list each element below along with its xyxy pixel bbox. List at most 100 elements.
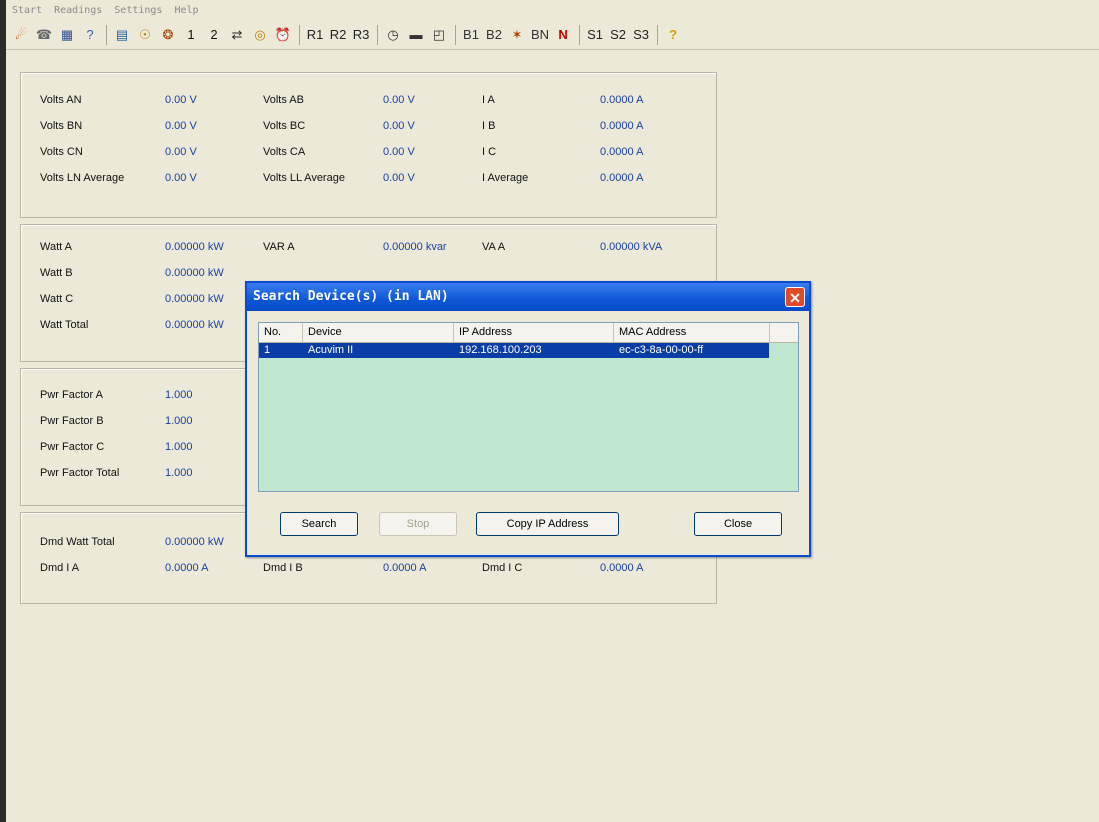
reading-label: Pwr Factor C xyxy=(40,441,105,453)
device-info-icon[interactable]: ▦ xyxy=(58,25,76,45)
connect-icon[interactable]: ☄ xyxy=(12,25,30,45)
reading-value: 0.0000 A xyxy=(383,562,427,574)
copy-ip-address-button[interactable]: Copy IP Address xyxy=(476,512,619,536)
reading-label: Volts CN xyxy=(40,146,83,158)
memory-icon[interactable]: ▬ xyxy=(407,25,425,45)
s2-label[interactable]: S2 xyxy=(609,25,627,45)
b1-label[interactable]: B1 xyxy=(462,25,480,45)
reading-value: 0.0000 A xyxy=(600,120,644,132)
bug-icon[interactable]: ❂ xyxy=(159,25,177,45)
voltage-row: Volts LN Average 0.00 V Volts LL Average 0.… xyxy=(21,172,716,192)
bulb-icon[interactable]: ☉ xyxy=(136,25,154,45)
toolbar-separator xyxy=(455,24,456,45)
row-ip-address: 192.168.100.203 xyxy=(459,344,542,356)
reading-value: 0.00000 kVA xyxy=(600,241,663,253)
clock-icon[interactable]: ◷ xyxy=(384,25,402,45)
toolbar-separator xyxy=(579,24,581,45)
reading-label: Volts AN xyxy=(40,94,82,106)
menu-settings[interactable]: Settings xyxy=(114,5,162,16)
reading-value: 0.00000 kW xyxy=(165,536,224,548)
target-icon[interactable]: ◎ xyxy=(251,25,269,45)
disconnect-icon[interactable]: ☎ xyxy=(35,25,53,45)
toolbar: ☄ ☎ ▦? ▤ ☉ ❂ 1 2 ⇄ ◎ ⏰ R1 R2 R3 ◷ ▬ ◰ B1 B2 ✶ BN N S1 S2 S3? xyxy=(6,20,1099,50)
s3-label[interactable]: S3 xyxy=(632,25,650,45)
export-icon[interactable]: ◰ xyxy=(430,25,448,45)
reading-label: Pwr Factor Total xyxy=(40,467,120,479)
reading-label: Volts LL Average xyxy=(263,172,345,184)
reading-value: 0.00000 kW xyxy=(165,319,224,331)
reading-label: VA A xyxy=(482,241,506,253)
reading-label: I C xyxy=(482,146,497,158)
reading-label: Pwr Factor B xyxy=(40,415,104,427)
toolbar-separator xyxy=(377,24,378,45)
bn-label[interactable]: BN xyxy=(531,25,549,45)
reading-value: 0.00 V xyxy=(165,146,197,158)
r3-label[interactable]: R3 xyxy=(352,25,370,45)
reading-value: 0.00 V xyxy=(383,172,415,184)
reading-value: 0.00000 kvar xyxy=(383,241,447,253)
column-header-ip-address[interactable]: IP Address xyxy=(454,323,614,342)
row-no: 1 xyxy=(264,344,271,356)
reading-value: 0.0000 A xyxy=(600,562,644,574)
menu-bar: Start Readings Settings Help xyxy=(6,0,1099,20)
voltage-row: Volts BN 0.00 V Volts BC 0.00 V I B 0.0000 A xyxy=(21,120,716,140)
text-2[interactable]: 2 xyxy=(205,25,223,45)
what-is-this-icon[interactable]: ? xyxy=(81,25,99,45)
text-1[interactable]: 1 xyxy=(182,25,200,45)
b2-label[interactable]: B2 xyxy=(485,25,503,45)
special-icon[interactable]: ✶ xyxy=(508,25,526,45)
reading-value: 0.00 V xyxy=(383,120,415,132)
dialog-close-icon[interactable]: ✕ xyxy=(785,287,805,307)
reading-value: 0.00 V xyxy=(383,94,415,106)
reading-value: 0.00 V xyxy=(165,172,197,184)
help-icon[interactable]: ? xyxy=(664,25,682,45)
voltage-row: Volts AN 0.00 V Volts AB 0.00 V I A 0.0000 A xyxy=(21,94,716,114)
r1-label[interactable]: R1 xyxy=(306,25,324,45)
reading-label: I Average xyxy=(482,172,529,184)
column-header-device[interactable]: Device xyxy=(303,323,454,342)
reading-label: I A xyxy=(482,94,495,106)
device-list[interactable]: No. Device IP Address MAC Address 1 Acuv… xyxy=(258,322,799,492)
r2-label[interactable]: R2 xyxy=(329,25,347,45)
reading-label: Volts CA xyxy=(263,146,306,158)
reading-value: 0.00 V xyxy=(165,94,197,106)
menu-help[interactable]: Help xyxy=(174,5,198,16)
reading-label: Dmd I C xyxy=(482,562,523,574)
reading-value: 1.000 xyxy=(165,441,193,453)
close-button[interactable]: Close xyxy=(694,512,782,536)
main-window: Start Readings Settings Help ☄ ☎ ▦? ▤ ☉ ❂ 1 2 ⇄ ◎… xyxy=(6,0,1099,822)
reading-value: 0.00 V xyxy=(383,146,415,158)
search-button[interactable]: Search xyxy=(280,512,358,536)
transfer-icon[interactable]: ⇄ xyxy=(228,25,246,45)
device-list-row[interactable]: 1 Acuvim II 192.168.100.203 ec-c3-8a-00-… xyxy=(259,343,769,358)
reading-label: Dmd I B xyxy=(263,562,303,574)
reading-value: 1.000 xyxy=(165,389,193,401)
demand-row: Dmd I A 0.0000 A Dmd I B 0.0000 A Dmd I C 0.0… xyxy=(21,562,716,582)
reading-value: 0.0000 A xyxy=(600,172,644,184)
reading-label: Volts LN Average xyxy=(40,172,125,184)
voltage-current-panel: Volts AN 0.00 V Volts AB 0.00 VI A 0.0000 AV… xyxy=(20,72,717,218)
reading-label: I B xyxy=(482,120,496,132)
device-list-header: No. Device IP Address MAC Address xyxy=(259,323,798,343)
column-header-no[interactable]: No. xyxy=(259,323,303,342)
toolbar-separator xyxy=(299,24,300,45)
reading-value: 0.0000 A xyxy=(600,94,644,106)
column-header-mac-address[interactable]: MAC Address xyxy=(614,323,770,342)
reading-value: 0.0000 A xyxy=(165,562,209,574)
dialog-titlebar[interactable]: Search Device(s) (in LAN) ✕ xyxy=(247,283,809,311)
menu-start[interactable]: Start xyxy=(12,5,42,16)
reading-value: 0.00000 kW xyxy=(165,267,224,279)
stop-button[interactable]: Stop xyxy=(379,512,457,536)
reading-label: Pwr Factor A xyxy=(40,389,103,401)
meter-icon[interactable]: ▤ xyxy=(113,25,131,45)
reading-label: Watt A xyxy=(40,241,72,253)
reading-value: 0.00000 kW xyxy=(165,241,224,253)
menu-readings[interactable]: Readings xyxy=(54,5,102,16)
reading-label: Dmd Watt Total xyxy=(40,536,115,548)
alarm-icon[interactable]: ⏰ xyxy=(274,25,292,45)
reading-label: Volts AB xyxy=(263,94,304,106)
reading-value: 1.000 xyxy=(165,415,193,427)
toolbar-separator xyxy=(657,24,659,45)
n-label[interactable]: N xyxy=(554,25,572,45)
s1-label[interactable]: S1 xyxy=(586,25,604,45)
